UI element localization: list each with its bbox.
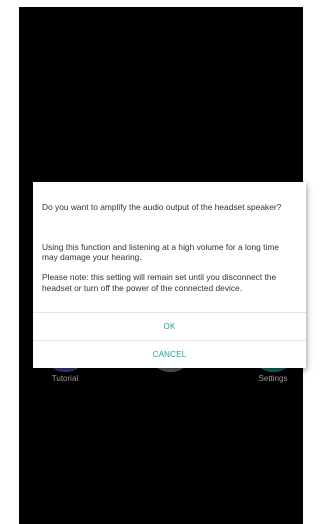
dialog-warning: Using this function and listening at a h… <box>42 241 279 263</box>
cancel-button[interactable]: CANCEL <box>33 340 306 368</box>
tutorial-app-label: Tutorial <box>51 374 79 383</box>
settings-app-label: Settings <box>258 374 288 383</box>
dialog-question: Do you want to amplify the audio output … <box>42 202 282 213</box>
ok-button[interactable]: OK <box>33 312 306 340</box>
amplify-audio-dialog: Do you want to amplify the audio output … <box>33 182 306 369</box>
dialog-message: Do you want to amplify the audio output … <box>33 182 306 312</box>
dialog-note: Please note: this setting will remain se… <box>42 272 277 293</box>
